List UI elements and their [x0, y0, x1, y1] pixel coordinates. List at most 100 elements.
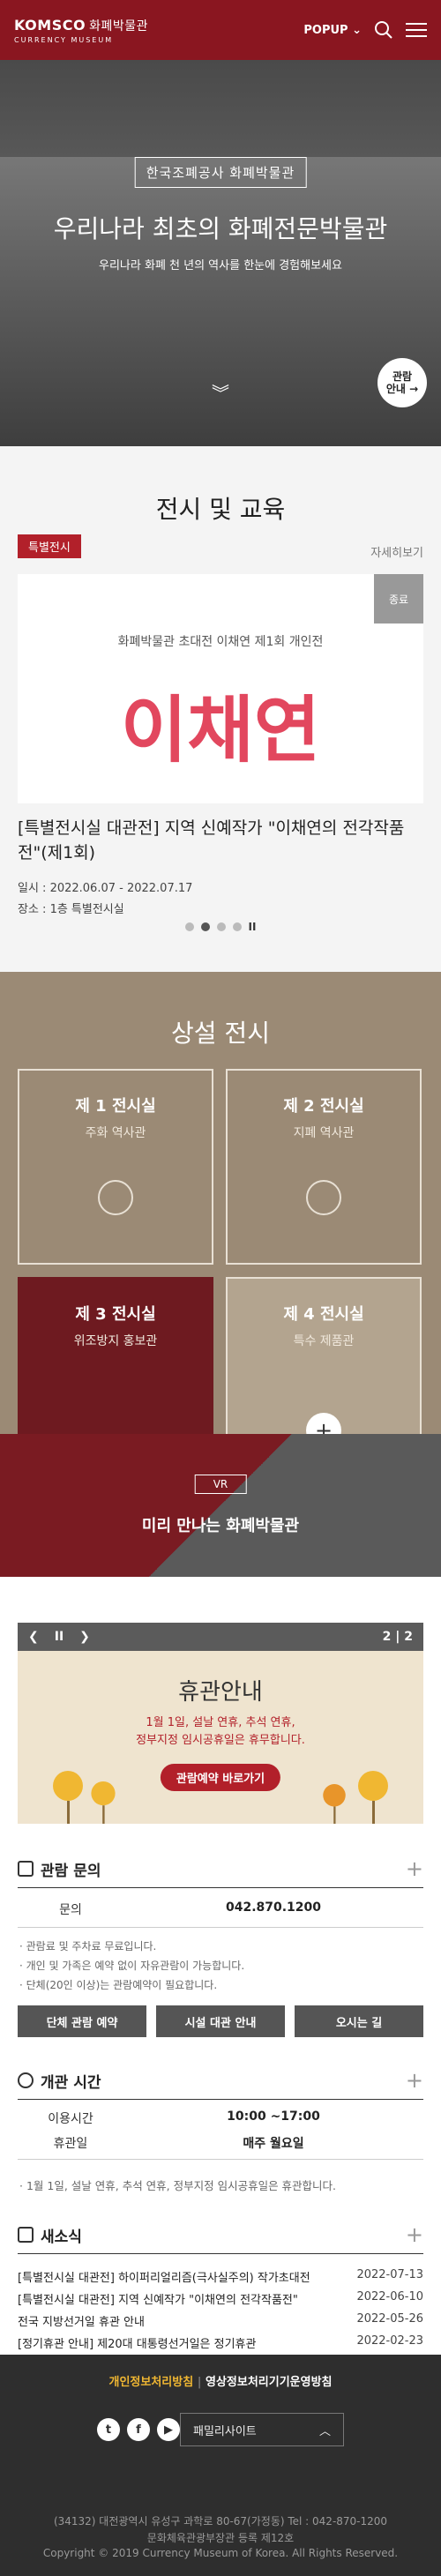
twitter-icon[interactable]: t [97, 2418, 120, 2441]
calendar-icon [18, 2227, 34, 2243]
notice-title: 휴관안내 [178, 1679, 263, 1706]
news-item-title: [정기휴관 안내] 제20대 대통령선거일은 정기휴관 [18, 2338, 257, 2351]
plus-icon[interactable]: + [406, 2068, 423, 2093]
footer-copyright: Copyright © 2019 Currency Museum of Kore… [42, 2547, 399, 2559]
pager-dot[interactable] [232, 922, 242, 931]
category-tag: 특별전시 [18, 534, 81, 558]
family-site-label: 패밀리사이트 [193, 2424, 257, 2438]
popup-label: POPUP [303, 23, 348, 37]
divider [18, 1887, 423, 1888]
tree-illustration [53, 1771, 83, 1824]
clock-icon [18, 2072, 34, 2088]
pause-icon[interactable]: II [249, 921, 257, 933]
hours-title: 개관 시간 [41, 2073, 101, 2092]
cctv-policy-link[interactable]: 영상정보처리기기운영방침 [206, 2376, 333, 2389]
exhibition-date: 일시 : 2022.06.07 - 2022.07.17 [18, 882, 193, 895]
note-line: · 관람료 및 주차료 무료입니다. [19, 1940, 157, 1953]
facebook-icon[interactable]: f [127, 2418, 150, 2441]
inquiry-phone[interactable]: 042.870.1200 [123, 1900, 423, 1918]
tree-illustration [91, 1781, 116, 1824]
social-links: t f ▶ [97, 2418, 180, 2441]
site-logo[interactable]: KOMSCO 화폐박물관 CURRENCY MUSEUM [14, 17, 148, 44]
youtube-icon[interactable]: ▶ [157, 2418, 180, 2441]
divider [18, 1927, 423, 1928]
pause-icon[interactable]: II [55, 1630, 64, 1644]
hours-key: 이용시간 [48, 2112, 93, 2126]
slider-controls: ❮ II ❯ 2 | 2 [18, 1623, 423, 1651]
notice-body-line: 1월 1일, 설날 연휴, 추석 연휴, [146, 1716, 295, 1729]
inquiry-key: 문의 [59, 1903, 82, 1917]
news-item-date: 2022-06-10 [356, 2290, 423, 2303]
news-item-date: 2022-07-13 [356, 2268, 423, 2281]
logo-sub: CURRENCY MUSEUM [14, 35, 114, 44]
chevron-left-icon[interactable]: ❮ [28, 1630, 39, 1644]
vr-banner[interactable]: VR 미리 만나는 화폐박물관 [0, 1434, 441, 1577]
hours-key: 휴관일 [53, 2137, 88, 2151]
news-item[interactable]: [정기휴관 안내] 제20대 대통령선거일은 정기휴관 2022-02-23 [18, 2334, 423, 2351]
page-current: 2 [382, 1630, 392, 1644]
notice-body-line: 정부지정 임시공휴일은 휴무합니다. [136, 1734, 305, 1748]
pager-dot[interactable] [184, 922, 194, 931]
chevron-up-icon: ︿ [318, 2424, 331, 2438]
plus-icon[interactable]: + [406, 1856, 423, 1881]
visit-guide-button[interactable]: 관람 안내 → [377, 358, 427, 407]
hall-name: 제 2 전시실 [283, 1097, 364, 1116]
inquiry-row: 문의 042.870.1200 [18, 1900, 423, 1918]
hero-title: 우리나라 최초의 화폐전문박물관 [53, 214, 388, 243]
pager-dot-active[interactable] [200, 922, 210, 931]
banknote-icon [306, 1180, 341, 1215]
inquiry-title: 관람 문의 [41, 1862, 101, 1880]
group-reservation-button[interactable]: 단체 관람 예약 [18, 2005, 146, 2037]
reservation-button[interactable]: 관람예약 바로가기 [160, 1764, 281, 1791]
more-link[interactable]: 자세히보기 [370, 543, 423, 560]
note-line: · 개인 및 가족은 예약 없이 자유관람이 가능합니다. [19, 1960, 245, 1972]
book-icon [18, 1861, 34, 1877]
exhibition-title[interactable]: [특별전시실 대관전] 지역 신예작가 "이채연의 전각작품전"(제1회) [18, 817, 423, 865]
privacy-policy-link[interactable]: 개인정보처리방침 [108, 2376, 193, 2389]
hall-name: 제 1 전시실 [75, 1097, 156, 1116]
site-header: KOMSCO 화폐박물관 CURRENCY MUSEUM POPUP ⌄ [0, 0, 441, 60]
hours-row: 이용시간 10:00 ~17:00 [18, 2109, 423, 2127]
site-footer: 개인정보처리방침 | 영상정보처리기기운영방침 t f ▶ 패밀리사이트 ︿ (… [0, 2355, 441, 2576]
news-item-title: [특별전시실 대관전] 지역 신예작가 "이채연의 전각작품전" [18, 2294, 298, 2307]
menu-icon[interactable] [406, 21, 427, 39]
pager-dot[interactable] [216, 922, 226, 931]
hall-1-card[interactable]: 제 1 전시실 주화 역사관 [18, 1069, 213, 1265]
page-total: 2 [404, 1630, 413, 1644]
hours-value: 매주 월요일 [243, 2137, 304, 2151]
news-item[interactable]: 전국 지방선거일 휴관 안내 2022-05-26 [18, 2312, 423, 2329]
news-heading: 새소식 + [18, 2222, 423, 2247]
plus-icon[interactable]: + [406, 2222, 423, 2247]
family-site-select[interactable]: 패밀리사이트 ︿ [180, 2413, 344, 2446]
popup-button[interactable]: POPUP ⌄ [303, 24, 362, 37]
search-icon[interactable] [374, 20, 393, 40]
hall-desc: 위조방지 홍보관 [73, 1334, 158, 1348]
note-line: · 단체(20인 이상)는 관람예약이 필요합니다. [19, 1979, 218, 1991]
poster-caption: 화폐박물관 초대전 이채연 제1회 개인전 [117, 635, 324, 649]
scroll-down-icon[interactable]: ︾ [212, 379, 229, 405]
vr-badge: VR [194, 1475, 247, 1494]
hall-2-card[interactable]: 제 2 전시실 지폐 역사관 [226, 1069, 422, 1265]
status-badge: 종료 [374, 574, 423, 623]
notice-slider: ❮ II ❯ 2 | 2 휴관안내 1월 1일, 설날 연휴, 추석 연휴, 정부… [18, 1623, 423, 1824]
hours-row: 휴관일 매주 월요일 [18, 2134, 423, 2152]
chevron-right-icon[interactable]: ❯ [79, 1630, 90, 1644]
news-item[interactable]: [특별전시실 대관전] 하이퍼리얼리즘(극사실주의) 작가초대전 2022-07-… [18, 2268, 423, 2285]
hero-subtitle: 우리나라 화폐 천 년의 역사를 한눈에 경험해보세요 [99, 259, 342, 273]
exhibition-section: 전시 및 교육 특별전시 자세히보기 종료 화폐박물관 초대전 이채연 제1회 … [0, 446, 441, 972]
news-item[interactable]: [특별전시실 대관전] 지역 신예작가 "이채연의 전각작품전" 2022-06-… [18, 2290, 423, 2307]
hall-desc: 특수 제품관 [293, 1334, 355, 1348]
news-item-title: [특별전시실 대관전] 하이퍼리얼리즘(극사실주의) 작가초대전 [18, 2272, 310, 2285]
exhibition-place: 장소 : 1층 특별전시실 [18, 903, 124, 916]
directions-button[interactable]: 오시는 길 [295, 2005, 423, 2037]
facility-rental-button[interactable]: 시설 대관 안내 [156, 2005, 285, 2037]
vr-title: 미리 만나는 화폐박물관 [141, 1517, 300, 1535]
tree-illustration [323, 1784, 346, 1824]
news-item-date: 2022-05-26 [356, 2312, 423, 2326]
exhibition-poster[interactable]: 종료 화폐박물관 초대전 이채연 제1회 개인전 이채연 [18, 574, 423, 803]
chevron-down-icon: ⌄ [352, 23, 362, 37]
divider [18, 2159, 423, 2160]
hall-name: 제 3 전시실 [75, 1305, 156, 1324]
carousel-pager: II [0, 921, 441, 933]
hall-desc: 지폐 역사관 [293, 1126, 355, 1140]
